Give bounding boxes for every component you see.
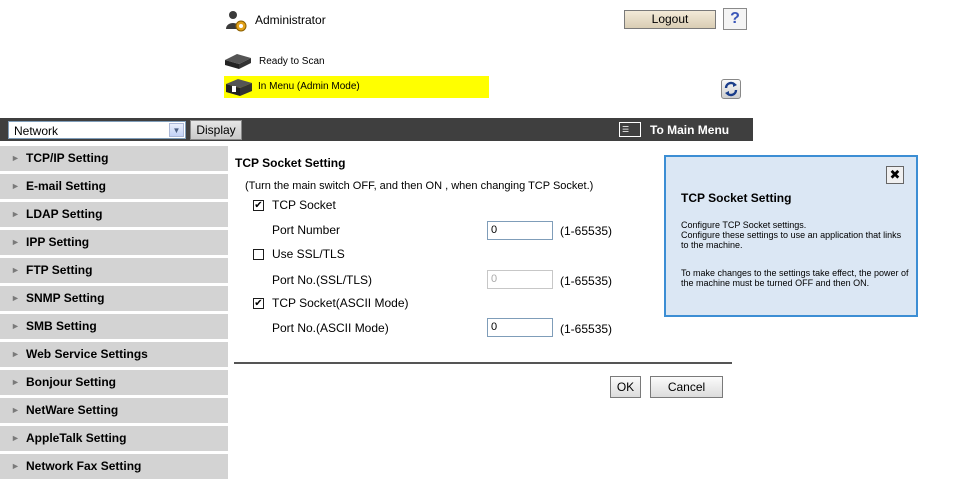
port-ssl-range: (1-65535) [560, 274, 613, 288]
arrow-right-icon: ► [11, 349, 20, 359]
port-ascii-label: Port No.(ASCII Mode) [272, 321, 389, 335]
sidebar-item-label: Network Fax Setting [26, 459, 142, 473]
ascii-mode-checkbox[interactable]: ✔ [253, 298, 264, 309]
form-divider [234, 362, 732, 364]
category-select[interactable]: Network ▼ [8, 121, 186, 139]
arrow-right-icon: ► [11, 321, 20, 331]
logout-button[interactable]: Logout [624, 10, 716, 29]
sidebar-item-snmp[interactable]: ► SNMP Setting [0, 286, 228, 311]
display-button[interactable]: Display [190, 120, 242, 140]
user-label: Administrator [255, 13, 326, 27]
port-number-range: (1-65535) [560, 224, 613, 238]
arrow-right-icon: ► [11, 461, 20, 471]
help-panel-text: Configure TCP Socket settings. Configure… [681, 220, 902, 250]
arrow-right-icon: ► [11, 265, 20, 275]
sidebar-item-label: NetWare Setting [26, 403, 119, 417]
sidebar-item-ipp[interactable]: ► IPP Setting [0, 230, 228, 255]
sidebar-item-network-fax[interactable]: ► Network Fax Setting [0, 454, 228, 479]
sidebar-item-label: E-mail Setting [26, 179, 107, 193]
category-select-value: Network [14, 124, 59, 138]
sidebar-item-label: IPP Setting [26, 235, 90, 249]
mode-status-bar: In Menu (Admin Mode) [224, 76, 489, 98]
sidebar-item-label: FTP Setting [26, 263, 93, 277]
arrow-right-icon: ► [11, 237, 20, 247]
admin-icon [224, 9, 248, 33]
sidebar-item-label: Web Service Settings [26, 347, 148, 361]
port-number-input[interactable]: 0 [487, 221, 553, 240]
help-panel: ✖ TCP Socket Setting Configure TCP Socke… [664, 155, 918, 317]
sidebar-item-label: Bonjour Setting [26, 375, 116, 389]
sidebar-item-ftp[interactable]: ► FTP Setting [0, 258, 228, 283]
arrow-right-icon: ► [11, 209, 20, 219]
sidebar-item-tcp-ip[interactable]: ► TCP/IP Setting [0, 146, 228, 171]
port-number-label: Port Number [272, 223, 341, 237]
ssl-tls-checkbox[interactable] [253, 249, 264, 260]
sidebar-item-web-service[interactable]: ► Web Service Settings [0, 342, 228, 367]
sidebar-item-label: AppleTalk Setting [26, 431, 127, 445]
sidebar-item-email[interactable]: ► E-mail Setting [0, 174, 228, 199]
mode-status-text: In Menu (Admin Mode) [258, 81, 360, 92]
arrow-right-icon: ► [11, 181, 20, 191]
port-ascii-input[interactable]: 0 [487, 318, 553, 337]
arrow-right-icon: ► [11, 433, 20, 443]
scanner-icon [223, 52, 253, 70]
help-panel-title: TCP Socket Setting [681, 191, 792, 205]
form-note: (Turn the main switch OFF, and then ON ,… [245, 180, 594, 192]
ok-button[interactable]: OK [610, 376, 641, 398]
sidebar-item-label: TCP/IP Setting [26, 151, 109, 165]
chevron-down-icon[interactable]: ▼ [169, 123, 184, 137]
sidebar-item-label: SMB Setting [26, 319, 97, 333]
arrow-right-icon: ► [11, 293, 20, 303]
arrow-right-icon: ► [11, 153, 20, 163]
tcp-socket-checkbox[interactable]: ✔ [253, 200, 264, 211]
port-ascii-range: (1-65535) [560, 322, 613, 336]
port-ssl-input: 0 [487, 270, 553, 289]
sidebar-item-ldap[interactable]: ► LDAP Setting [0, 202, 228, 227]
arrow-right-icon: ► [11, 377, 20, 387]
ascii-mode-label: TCP Socket(ASCII Mode) [272, 296, 409, 310]
help-button[interactable]: ? [723, 8, 747, 30]
arrow-right-icon: ► [11, 405, 20, 415]
cancel-button[interactable]: Cancel [650, 376, 723, 398]
to-main-menu-link[interactable]: To Main Menu [650, 123, 729, 137]
help-panel-text: To make changes to the settings take eff… [681, 268, 909, 288]
ssl-tls-label: Use SSL/TLS [272, 247, 345, 261]
sidebar-item-label: SNMP Setting [26, 291, 105, 305]
main-menu-icon[interactable]: ☰ [619, 122, 641, 137]
sidebar-item-smb[interactable]: ► SMB Setting [0, 314, 228, 339]
tcp-socket-label: TCP Socket [272, 198, 336, 212]
port-ssl-label: Port No.(SSL/TLS) [272, 273, 373, 287]
sidebar-item-appletalk[interactable]: ► AppleTalk Setting [0, 426, 228, 451]
refresh-icon[interactable] [721, 79, 741, 99]
sidebar-item-bonjour[interactable]: ► Bonjour Setting [0, 370, 228, 395]
admin-mode-icon [224, 77, 254, 97]
sidebar-item-label: LDAP Setting [26, 207, 103, 221]
sidebar-item-netware[interactable]: ► NetWare Setting [0, 398, 228, 423]
close-icon[interactable]: ✖ [886, 166, 904, 184]
device-status-text: Ready to Scan [259, 56, 325, 67]
page-title: TCP Socket Setting [235, 156, 346, 170]
